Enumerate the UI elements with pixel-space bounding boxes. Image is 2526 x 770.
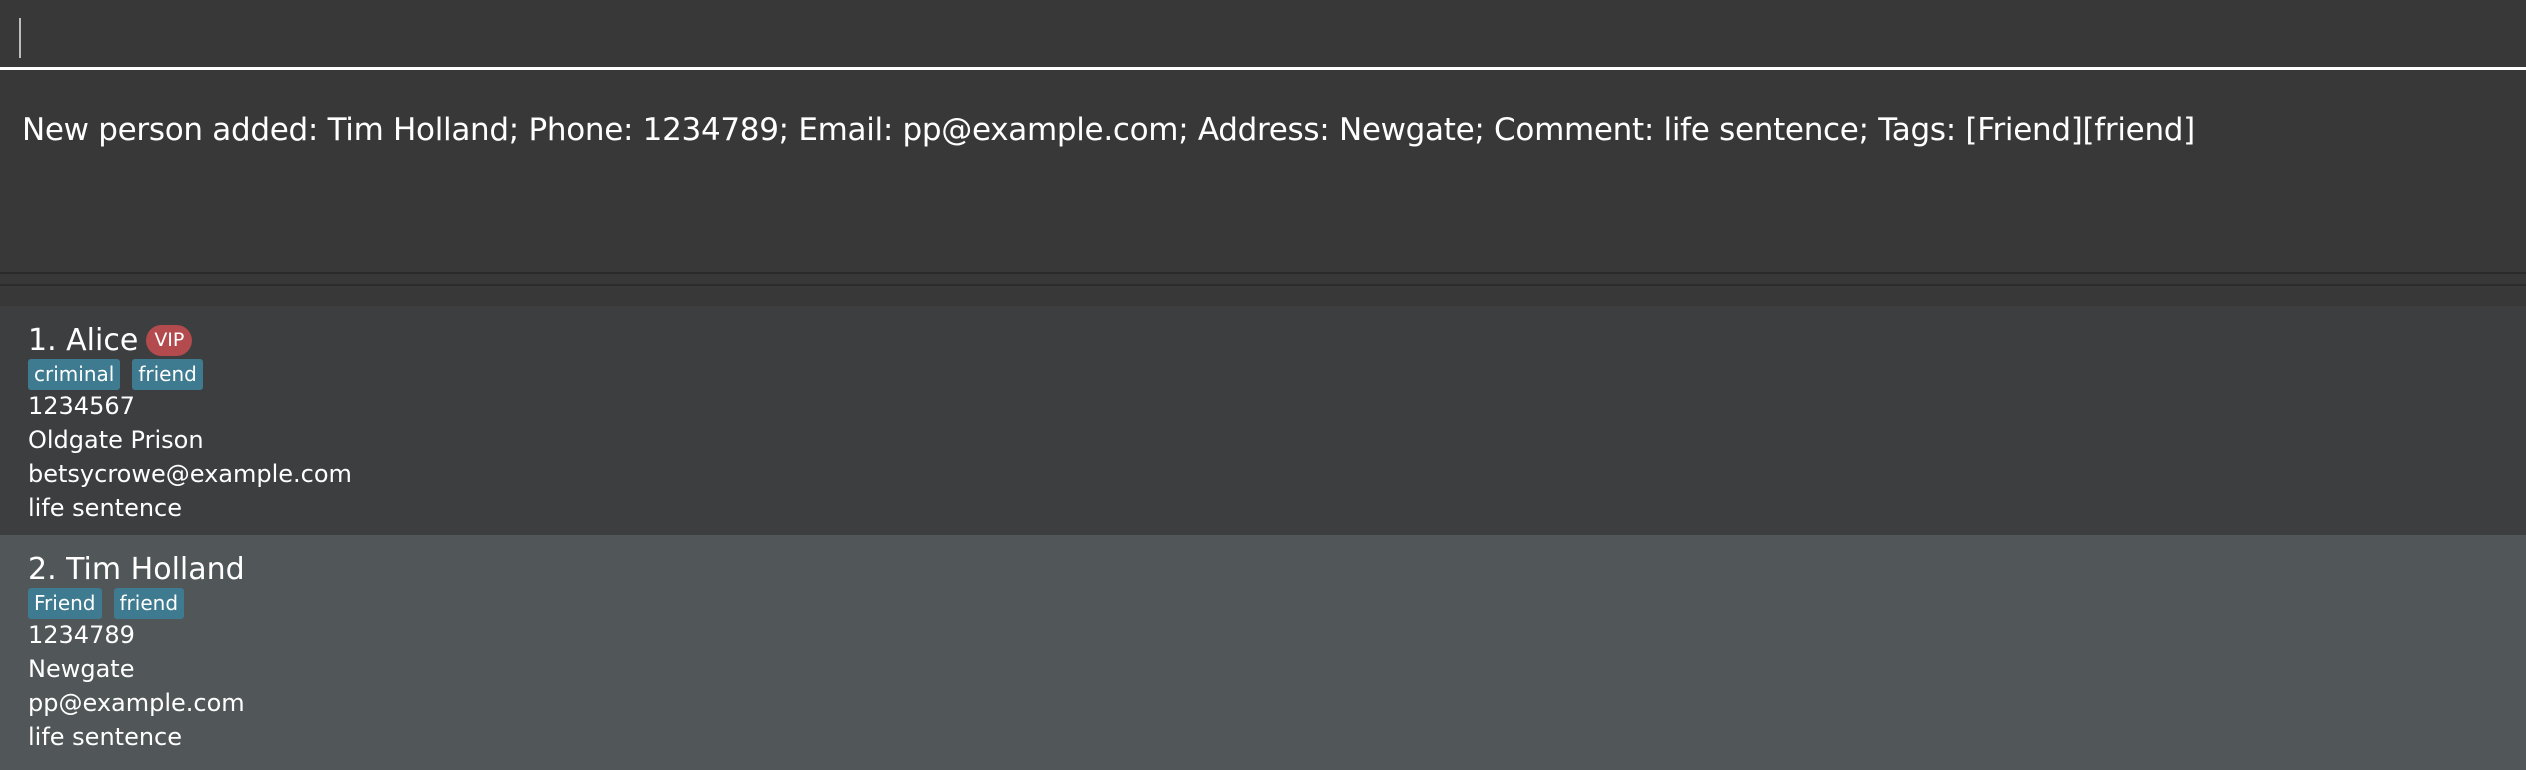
- person-phone: 1234567: [28, 392, 135, 420]
- result-message: New person added: Tim Holland; Phone: 12…: [22, 112, 2195, 148]
- person-email: pp@example.com: [28, 689, 245, 717]
- tag-list: criminal friend: [28, 359, 203, 390]
- person-name: 2. Tim Holland: [28, 551, 245, 587]
- tag: criminal: [28, 359, 121, 390]
- command-box[interactable]: [0, 0, 2526, 70]
- tag: friend: [132, 359, 203, 390]
- tag: friend: [113, 588, 185, 619]
- command-input[interactable]: [0, 0, 2526, 67]
- person-email: betsycrowe@example.com: [28, 460, 352, 488]
- person-address: Newgate: [28, 655, 135, 683]
- person-name: 1. Alice: [28, 322, 139, 358]
- panel-divider: [0, 284, 2526, 286]
- person-name-row: 1. Alice VIP: [28, 320, 193, 360]
- tag: Friend: [28, 588, 102, 619]
- vip-badge: VIP: [146, 324, 193, 356]
- person-phone: 1234789: [28, 621, 135, 649]
- tag-list: Friend friend: [28, 588, 185, 619]
- person-list[interactable]: 1. Alice VIP criminal friend 1234567 Old…: [0, 306, 2526, 770]
- person-comment: life sentence: [28, 494, 183, 522]
- person-comment: life sentence: [28, 723, 183, 751]
- person-address: Oldgate Prison: [28, 426, 204, 454]
- person-card[interactable]: 1. Alice VIP criminal friend 1234567 Old…: [0, 306, 2526, 535]
- result-display: New person added: Tim Holland; Phone: 12…: [0, 98, 2526, 274]
- person-card-selected[interactable]: 2. Tim Holland Friend friend 1234789 New…: [0, 535, 2526, 770]
- person-name-row: 2. Tim Holland: [28, 549, 245, 589]
- text-caret: [19, 18, 21, 58]
